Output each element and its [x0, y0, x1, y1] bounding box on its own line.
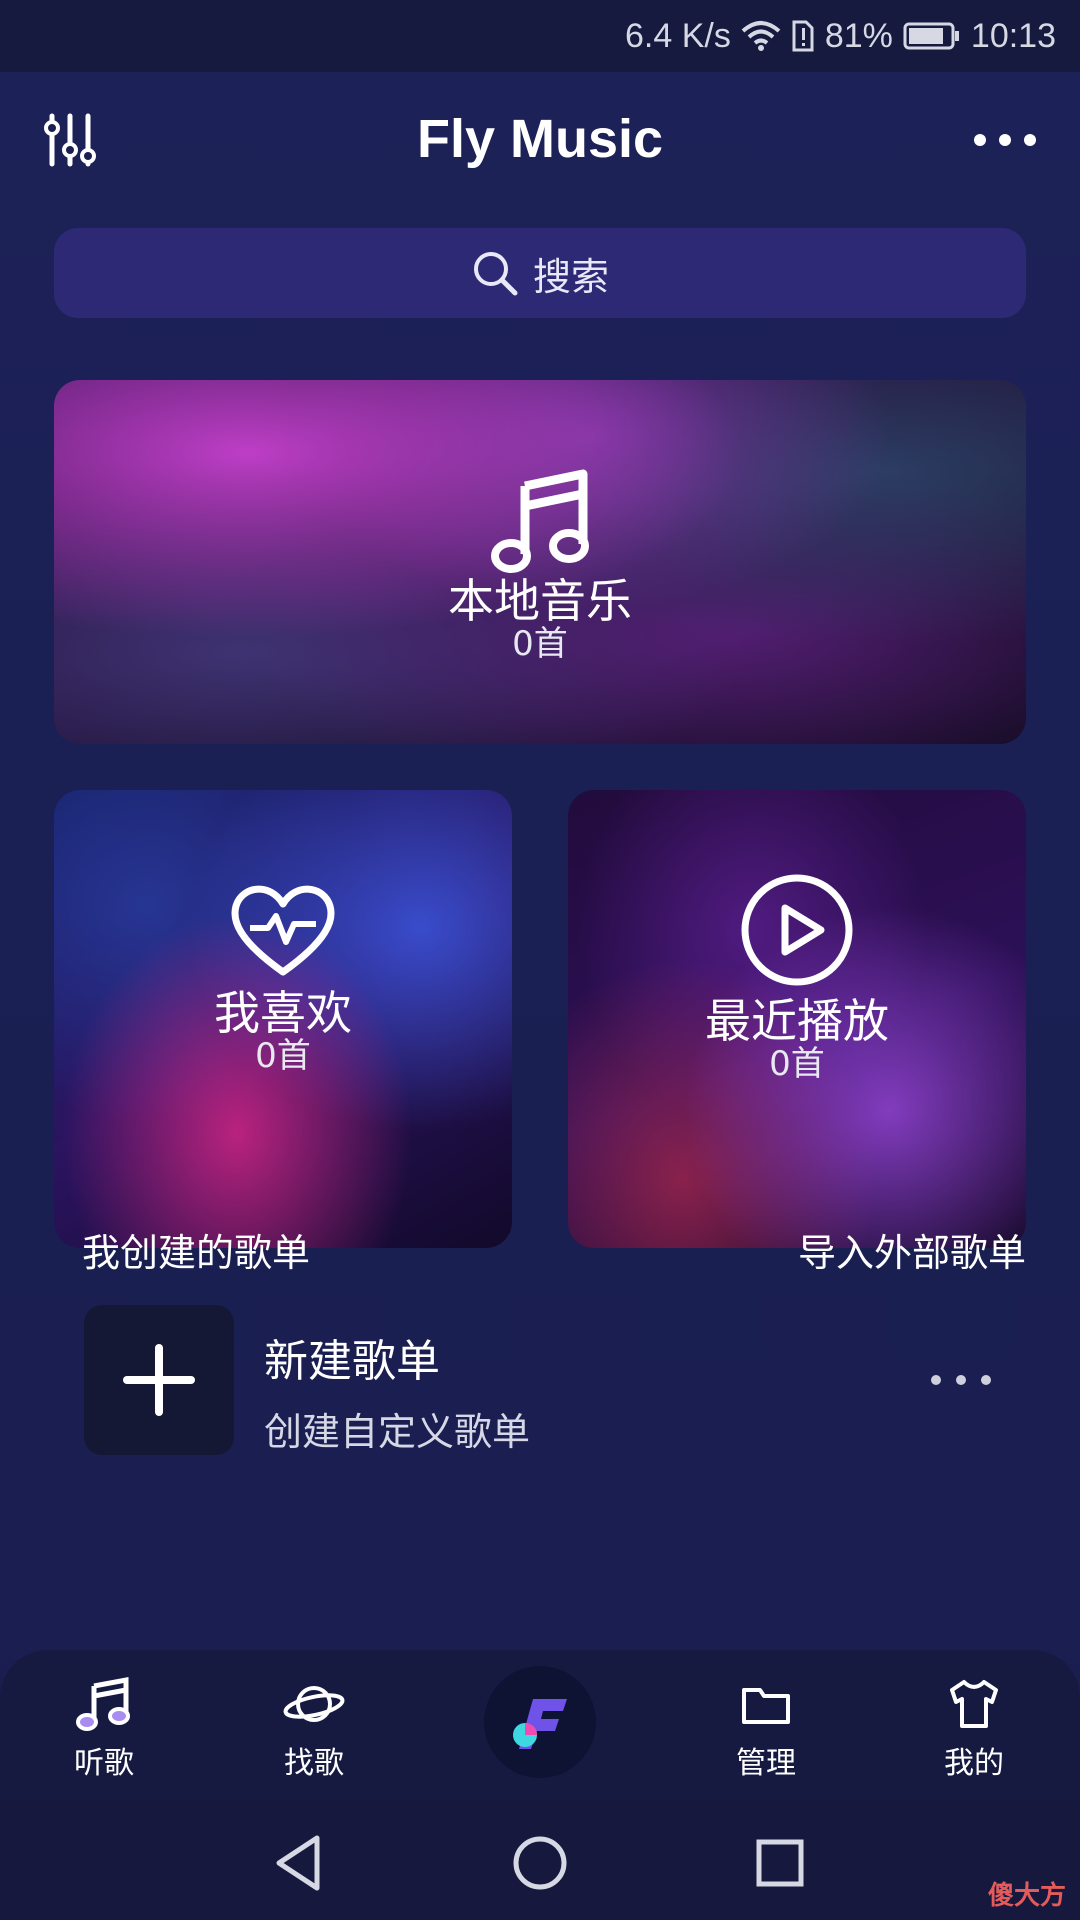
back-triangle-icon [276, 1835, 320, 1891]
nav-manage-label: 管理 [736, 1746, 796, 1781]
fly-music-logo-icon [513, 1699, 567, 1749]
search-bar[interactable]: 搜索 [54, 228, 1026, 318]
watermark: 傻大方 [987, 1881, 1066, 1911]
recents-square-icon [756, 1839, 804, 1887]
battery-percent: 81% [824, 16, 893, 55]
more-horizontal-icon [974, 134, 1036, 146]
status-bar: 6.4 K/s 81% 10:13 [0, 0, 1080, 72]
shirt-icon [950, 1680, 998, 1728]
system-navigation-bar: 傻大方 [0, 1800, 1080, 1920]
home-circle-icon [513, 1836, 567, 1890]
recent-played-label: 最近播放 [705, 994, 889, 1048]
network-speed: 6.4 K/s [625, 16, 731, 55]
nav-find[interactable]: 找歌 [244, 1676, 384, 1786]
recents-button[interactable] [745, 1828, 815, 1898]
more-options-button[interactable] [970, 120, 1040, 160]
local-music-label: 本地音乐 [448, 574, 632, 628]
nav-find-label: 找歌 [284, 1746, 344, 1781]
planet-icon [283, 1686, 345, 1722]
recent-played-count: 0首 [769, 1044, 825, 1084]
nav-listen[interactable]: 听歌 [34, 1676, 174, 1786]
bottom-navigation: 听歌 找歌 管理 我的 [0, 1650, 1080, 1800]
home-button[interactable] [505, 1828, 575, 1898]
nav-mine[interactable]: 我的 [904, 1676, 1044, 1786]
local-music-count: 0首 [512, 624, 568, 664]
music-note-icon [76, 1676, 130, 1731]
new-playlist-title: 新建歌单 [264, 1336, 440, 1387]
new-playlist-row[interactable]: 新建歌单 创建自定义歌单 [84, 1305, 1026, 1455]
app-title: Fly Music [416, 109, 664, 169]
music-note-icon [491, 469, 589, 573]
import-playlists-tab[interactable]: 导入外部歌单 [798, 1222, 1026, 1277]
favorites-label: 我喜欢 [214, 986, 352, 1040]
wifi-icon [741, 21, 781, 51]
search-placeholder: 搜索 [532, 254, 609, 299]
favorites-count: 0首 [255, 1036, 311, 1076]
battery-icon [903, 22, 959, 50]
nav-manage[interactable]: 管理 [696, 1676, 836, 1786]
new-playlist-subtitle: 创建自定义歌单 [264, 1410, 531, 1454]
my-playlists-tab[interactable]: 我创建的歌单 [82, 1222, 310, 1277]
center-play-button[interactable] [484, 1666, 596, 1778]
more-horizontal-icon [931, 1375, 991, 1385]
local-music-card[interactable]: 本地音乐 0首 [54, 380, 1026, 744]
favorites-card[interactable]: 我喜欢 0首 [54, 790, 512, 1248]
clock: 10:13 [970, 16, 1056, 55]
heart-pulse-icon [231, 885, 335, 976]
playlist-more-button[interactable] [926, 1365, 996, 1395]
plus-icon [123, 1344, 195, 1416]
recent-played-card[interactable]: 最近播放 0首 [568, 790, 1026, 1248]
new-playlist-tile[interactable] [84, 1305, 234, 1455]
nav-mine-label: 我的 [944, 1746, 1004, 1781]
play-circle-icon [741, 874, 853, 986]
sim-alert-icon [792, 20, 814, 52]
back-button[interactable] [265, 1828, 335, 1898]
top-bar: Fly Music [0, 100, 1080, 180]
nav-listen-label: 听歌 [74, 1746, 134, 1781]
folder-icon [742, 1688, 790, 1724]
search-icon [473, 252, 518, 296]
